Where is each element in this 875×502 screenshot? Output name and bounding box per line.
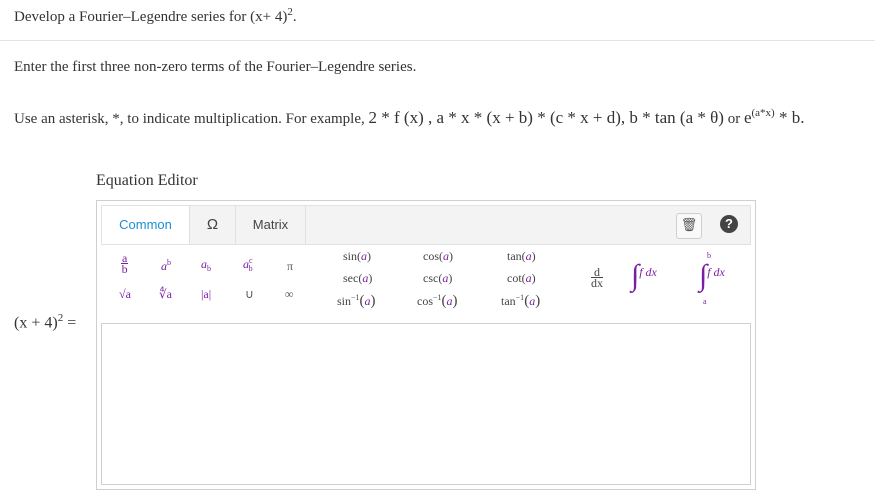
arcsin-button[interactable]: sin−1(a) — [337, 293, 376, 310]
question-suffix: . — [292, 9, 297, 25]
arctan-button[interactable]: tan−1(a) — [501, 293, 540, 310]
csc-button[interactable]: csc(a) — [423, 271, 452, 286]
fn-name: cos( — [423, 249, 443, 263]
equation-editor-title: Equation Editor — [96, 172, 198, 189]
tan-button[interactable]: tan(a) — [507, 249, 536, 264]
help-icon[interactable]: ? — [720, 215, 738, 233]
instruction-text: Use an asterisk, *, to indicate multipli… — [14, 111, 369, 127]
nth-root-button[interactable]: ∜a — [159, 287, 172, 302]
integral-button[interactable]: ∫f dx — [631, 259, 657, 293]
fn-close: ) — [449, 249, 453, 263]
integrand: f dx — [639, 265, 657, 279]
power-exp: b — [167, 258, 171, 267]
fn-name: tan( — [507, 249, 526, 263]
power-button[interactable]: ab — [161, 258, 171, 274]
trash-icon[interactable]: 🗑 — [676, 213, 702, 239]
cot-button[interactable]: cot(a) — [507, 271, 536, 286]
arccos-button[interactable]: cos−1(a) — [417, 293, 458, 310]
tab-symbols[interactable]: Ω — [190, 206, 236, 244]
equation-editor: Common Ω Matrix 🗑 ? ab ab ab acb π √a ∜a… — [96, 200, 756, 490]
fn-close: ) — [531, 271, 536, 285]
answer-input[interactable] — [101, 323, 751, 485]
divider — [0, 40, 875, 41]
e-exponent: (a*x) — [751, 107, 775, 119]
subsup-button[interactable]: acb — [243, 256, 253, 273]
fn-inverse: −1 — [433, 293, 442, 302]
example-expressions: 2 * f (x) , a * x * (x + b) * (c * x + d… — [368, 108, 724, 127]
union-button[interactable]: ∪ — [245, 287, 254, 302]
derivative-button[interactable]: d dx — [591, 266, 603, 290]
fn-name: csc( — [423, 271, 443, 285]
lhs-equals: = — [63, 314, 77, 332]
example-tail: * b. — [774, 108, 805, 127]
symbol-palette: ab ab ab acb π √a ∜a |a| ∪ ∞ sin(a) cos(… — [101, 247, 751, 319]
fn-name: sec( — [343, 271, 363, 285]
fn-name: cot( — [507, 271, 526, 285]
fn-close: ) — [448, 271, 453, 285]
fn-close: ) — [368, 271, 373, 285]
fn-inverse: −1 — [515, 293, 525, 302]
fn-name: cos — [417, 294, 433, 308]
or-text: or — [723, 111, 744, 127]
fn-close: ) — [367, 249, 371, 263]
subsup-sub: b — [248, 264, 253, 273]
question-text: Develop a Fourier–Legendre series for — [14, 9, 251, 25]
answer-lhs: (x + 4)2 = — [14, 312, 76, 332]
integral-sign: ∫ — [631, 259, 640, 292]
abs-button[interactable]: |a| — [201, 287, 211, 302]
question-math: (x+ 4) — [250, 9, 288, 25]
fn-name: tan — [501, 294, 516, 308]
frac-bottom: b — [121, 262, 128, 276]
sub-index: b — [207, 264, 211, 273]
question-line-1: Develop a Fourier–Legendre series for (x… — [14, 6, 297, 26]
tab-common[interactable]: Common — [102, 206, 190, 244]
definite-integral-button[interactable]: b ∫f dx a — [699, 251, 725, 306]
question-line-2: Enter the first three non-zero terms of … — [14, 59, 417, 75]
deriv-bottom: dx — [591, 276, 603, 290]
editor-toolbar: Common Ω Matrix 🗑 ? — [101, 205, 751, 245]
fn-inverse: −1 — [351, 293, 360, 302]
fn-close: ) — [531, 249, 536, 263]
lower-limit: a — [703, 297, 707, 306]
lhs-expression: (x + 4) — [14, 314, 58, 332]
sqrt-button[interactable]: √a — [119, 287, 131, 302]
infinity-button[interactable]: ∞ — [285, 287, 294, 302]
integrand: f dx — [707, 265, 725, 279]
sin-button[interactable]: sin(a) — [343, 249, 371, 264]
fn-name: sin — [337, 294, 352, 308]
fraction-button[interactable]: ab — [121, 252, 129, 276]
question-line-3: Use an asterisk, *, to indicate multipli… — [14, 107, 805, 128]
upper-limit: b — [707, 251, 711, 260]
sec-button[interactable]: sec(a) — [343, 271, 372, 286]
subscript-button[interactable]: ab — [201, 257, 211, 273]
fn-name: sin( — [343, 249, 361, 263]
integral-sign: ∫ — [699, 259, 708, 292]
cos-button[interactable]: cos(a) — [423, 249, 453, 264]
pi-button[interactable]: π — [287, 259, 293, 274]
tab-matrix[interactable]: Matrix — [236, 206, 306, 244]
